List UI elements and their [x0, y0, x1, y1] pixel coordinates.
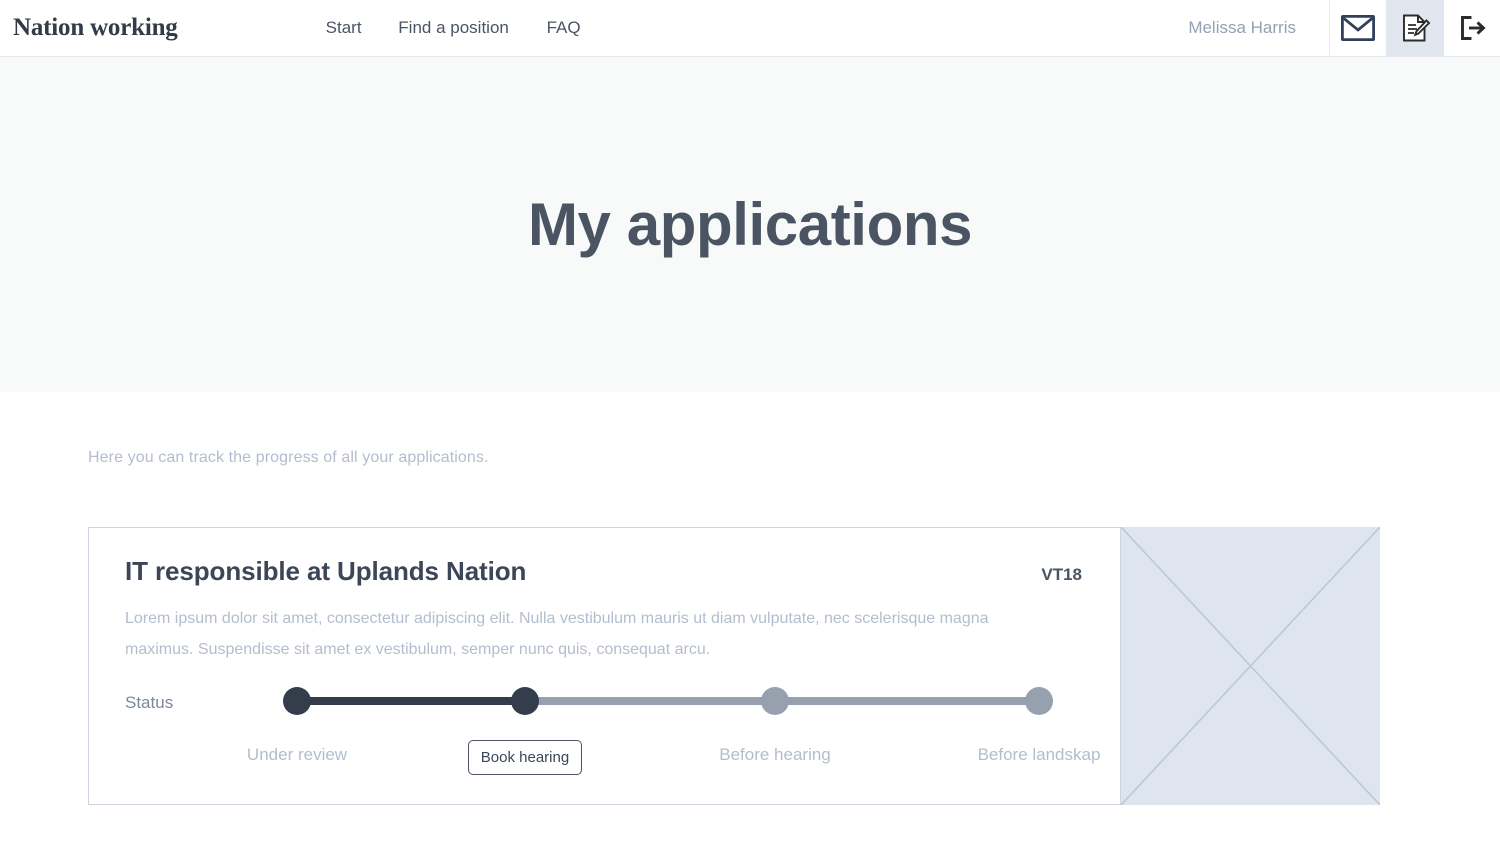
status-label: Status	[125, 693, 174, 713]
brand-logo[interactable]: Nation working	[13, 0, 178, 56]
intro-text: Here you can track the progress of all y…	[88, 449, 489, 466]
nav-item-find-a-position[interactable]: Find a position	[394, 16, 514, 41]
application-card-body: IT responsible at Uplands Nation VT18 Lo…	[88, 527, 1121, 805]
book-hearing-button[interactable]: Book hearing	[468, 740, 582, 776]
logout-icon	[1457, 14, 1487, 42]
stepper-dot-before-hearing[interactable]	[761, 687, 789, 716]
hero-section: My applications	[0, 57, 1500, 392]
site-header: Nation working Start Find a position FAQ…	[0, 0, 1500, 57]
stepper-dot-book-hearing[interactable]	[511, 687, 539, 716]
application-term-badge: VT18	[1041, 565, 1082, 584]
stepper-track-progress	[297, 697, 525, 706]
stepper-label-under-review: Under review	[246, 745, 348, 765]
nav-item-faq[interactable]: FAQ	[514, 16, 614, 41]
application-title: IT responsible at Uplands Nation	[125, 556, 527, 586]
logout-button[interactable]	[1443, 0, 1500, 56]
mail-icon	[1341, 15, 1375, 41]
applications-document-pen-icon	[1399, 12, 1431, 44]
stepper-track: Under review Book hearing Before hearing…	[247, 687, 1100, 776]
mail-button[interactable]	[1329, 0, 1386, 56]
stepper-label-before-landskap: Before landskap	[977, 745, 1101, 765]
stepper-label-before-hearing: Before hearing	[719, 745, 831, 765]
header-right-group: Melissa Harris	[1188, 0, 1500, 56]
page-title: My applications	[527, 191, 973, 258]
main-content: Here you can track the progress of all y…	[0, 392, 1500, 805]
application-card-header: IT responsible at Uplands Nation VT18	[125, 556, 1084, 587]
image-placeholder-cross-icon	[1121, 527, 1380, 805]
application-thumbnail-placeholder	[1121, 527, 1380, 805]
application-card: IT responsible at Uplands Nation VT18 Lo…	[88, 527, 1380, 805]
nav-item-start[interactable]: Start	[294, 16, 394, 41]
application-description: Lorem ipsum dolor sit amet, consectetur …	[125, 610, 989, 659]
applications-button[interactable]	[1386, 0, 1443, 56]
application-status-stepper: Status Under review Book hearing Before …	[125, 681, 1100, 791]
main-navigation: Start Find a position FAQ	[294, 0, 614, 56]
stepper-dot-under-review[interactable]	[283, 687, 311, 716]
user-name[interactable]: Melissa Harris	[1188, 0, 1329, 56]
stepper-dot-before-landskap[interactable]	[1025, 687, 1053, 716]
